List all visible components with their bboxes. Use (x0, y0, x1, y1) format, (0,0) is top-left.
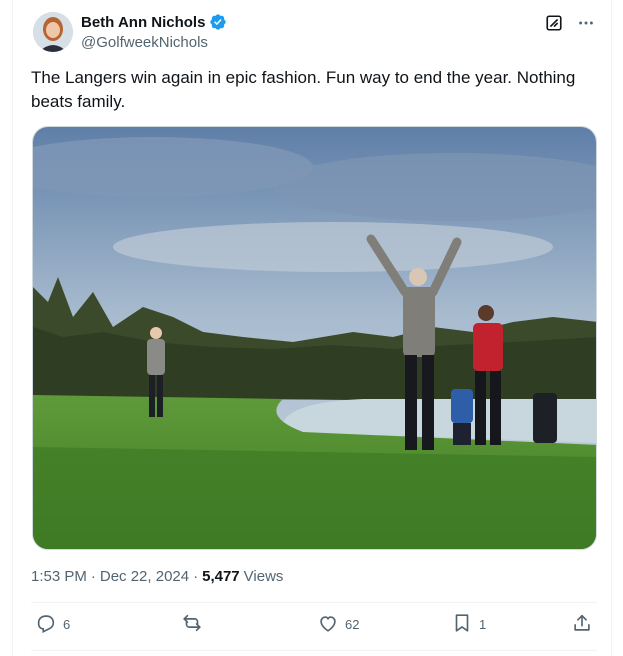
bookmark-count: 1 (479, 617, 487, 632)
like-count: 62 (345, 617, 360, 632)
meta-separator: · (193, 568, 199, 585)
tweet-time[interactable]: 1:53 PM (31, 568, 87, 585)
golf-course-photo (33, 127, 596, 549)
display-name[interactable]: Beth Ann Nichols (81, 14, 205, 31)
bookmark-button[interactable]: 1 (451, 612, 486, 637)
reply-count: 6 (63, 617, 71, 632)
tweet-date[interactable]: Dec 22, 2024 (100, 568, 189, 585)
divider (31, 602, 597, 603)
verified-badge-icon[interactable] (209, 13, 227, 31)
share-icon (571, 612, 593, 637)
bookmark-icon (451, 612, 473, 637)
reply-icon (35, 612, 57, 637)
author-name-row[interactable]: Beth Ann Nichols (81, 13, 227, 31)
retweet-button[interactable] (181, 612, 203, 637)
action-bar: 6 62 1 (31, 612, 597, 646)
views-label: Views (243, 568, 284, 585)
divider (31, 650, 597, 651)
tweet-photo[interactable] (32, 126, 597, 550)
meta-separator: · (90, 568, 96, 585)
tweet-meta: 1:53 PM · Dec 22, 2024 · 5,477 Views (31, 568, 283, 585)
share-button[interactable] (571, 612, 593, 637)
reply-button[interactable]: 6 (35, 612, 70, 637)
avatar-image (33, 12, 73, 52)
like-button[interactable]: 62 (317, 612, 359, 637)
top-actions (543, 12, 597, 34)
more-icon[interactable] (575, 12, 597, 34)
grok-icon[interactable] (543, 12, 565, 34)
views-count: 5,477 (202, 568, 240, 585)
tweet-card: Beth Ann Nichols @GolfweekNichols The La… (12, 0, 612, 656)
heart-icon (317, 612, 339, 637)
avatar[interactable] (33, 12, 73, 52)
author-handle[interactable]: @GolfweekNichols (81, 34, 208, 51)
tweet-text: The Langers win again in epic fashion. F… (31, 68, 576, 111)
retweet-icon (181, 612, 203, 637)
